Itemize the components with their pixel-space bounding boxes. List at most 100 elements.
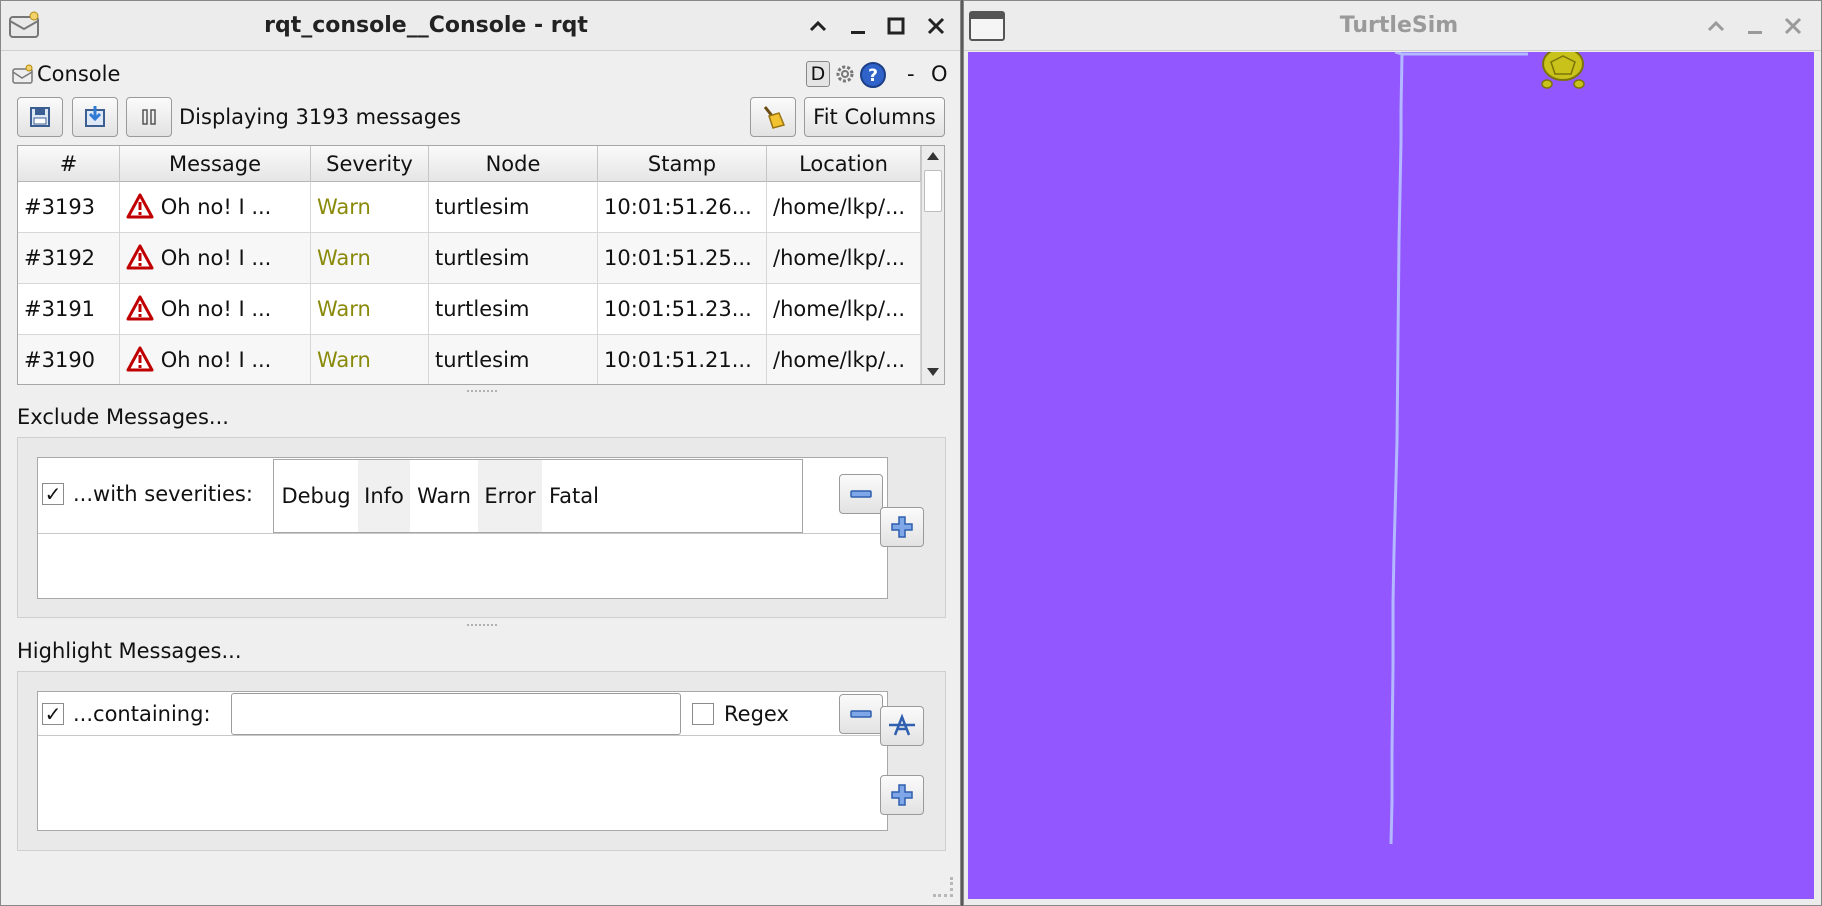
resize-grip[interactable]: [933, 877, 953, 897]
highlight-containing-checkbox[interactable]: ✓: [42, 703, 64, 725]
row-stamp: 10:01:51.21...: [598, 335, 767, 384]
row-stamp: 10:01:51.26...: [598, 182, 767, 233]
row-severity: Warn: [311, 335, 429, 384]
severity-list[interactable]: Debug Info Warn Error Fatal: [273, 459, 803, 533]
table-row[interactable]: #3191 Oh no! I ... Warn turtlesim 10:01:…: [18, 284, 921, 335]
plugin-float-button[interactable]: O: [931, 61, 948, 87]
scrollbar-thumb[interactable]: [924, 170, 942, 212]
highlight-filter-row: ✓ ...containing: Regex: [38, 692, 887, 736]
row-location: /home/lkp/...: [767, 335, 921, 384]
row-stamp: 10:01:51.23...: [598, 284, 767, 335]
column-header-location[interactable]: Location: [767, 146, 921, 182]
severity-item-error[interactable]: Error: [478, 460, 542, 532]
turtlesim-window: TurtleSim: [963, 0, 1822, 906]
row-number: #3190: [18, 335, 120, 384]
svg-text:?: ?: [868, 66, 878, 86]
highlight-text-input[interactable]: [231, 693, 681, 735]
add-exclude-filter-button[interactable]: [880, 507, 924, 547]
console-titlebar[interactable]: rqt_console__Console - rqt: [1, 1, 960, 51]
plugin-minimize-button[interactable]: -: [907, 61, 915, 87]
remove-highlight-filter-button[interactable]: [839, 694, 883, 734]
warning-icon: [126, 193, 154, 219]
row-message: Oh no! I ...: [120, 284, 311, 335]
exclude-section-title: Exclude Messages...: [17, 405, 229, 429]
turtle-path: [1389, 52, 1528, 845]
exclude-filter-list: ✓ ...with severities: Debug Info Warn Er…: [37, 457, 888, 599]
remove-exclude-filter-button[interactable]: [839, 474, 883, 514]
minimize-icon: [1748, 31, 1762, 34]
rqt-console-window: rqt_console__Console - rqt Console D ? -…: [0, 0, 961, 906]
column-header-severity[interactable]: Severity: [311, 146, 429, 182]
scroll-up-arrow[interactable]: [927, 152, 939, 160]
save-icon: [85, 106, 105, 127]
regex-checkbox[interactable]: [692, 703, 714, 725]
table-row[interactable]: #3190 Oh no! I ... Warn turtlesim 10:01:…: [18, 335, 921, 384]
highlight-group: ✓ ...containing: Regex: [17, 671, 946, 851]
column-header-message[interactable]: Message: [120, 146, 311, 182]
row-number: #3191: [18, 284, 120, 335]
row-node: turtlesim: [429, 182, 598, 233]
row-stamp: 10:01:51.25...: [598, 233, 767, 284]
table-scrollbar[interactable]: [921, 146, 944, 384]
add-highlight-filter-button[interactable]: [880, 775, 924, 815]
window-menu-up-button[interactable]: [801, 9, 835, 43]
severity-item-info[interactable]: Info: [358, 460, 410, 532]
warning-icon: [126, 244, 154, 270]
highlight-filter-list: ✓ ...containing: Regex: [37, 691, 888, 831]
pause-button[interactable]: [126, 97, 172, 137]
window-menu-up-button[interactable]: [1699, 9, 1733, 43]
warning-icon: [126, 295, 154, 321]
maximize-button[interactable]: [879, 9, 913, 43]
load-button[interactable]: [17, 97, 63, 137]
minimize-button[interactable]: [841, 9, 875, 43]
turtlesim-canvas[interactable]: [968, 52, 1814, 899]
row-severity: Warn: [311, 233, 429, 284]
splitter-handle[interactable]: [467, 390, 497, 394]
minimize-icon: [851, 31, 865, 34]
table-row[interactable]: #3192 Oh no! I ... Warn turtlesim 10:01:…: [18, 233, 921, 284]
save-button[interactable]: [72, 97, 118, 137]
message-count-status: Displaying 3193 messages: [179, 105, 461, 129]
severity-item-warn[interactable]: Warn: [410, 460, 478, 532]
plugin-title: Console: [37, 62, 121, 86]
turtlesim-titlebar[interactable]: TurtleSim: [964, 1, 1821, 51]
warning-icon: [126, 346, 154, 372]
exclude-severity-checkbox[interactable]: ✓: [42, 483, 64, 505]
load-icon: [30, 107, 50, 127]
console-plugin-icon: [11, 63, 35, 85]
column-header-node[interactable]: Node: [429, 146, 598, 182]
turtlesim-window-title: TurtleSim: [1339, 13, 1459, 38]
severity-item-fatal[interactable]: Fatal: [542, 460, 606, 532]
row-severity: Warn: [311, 284, 429, 335]
turtlesim-window-icon: [969, 11, 1005, 41]
fit-columns-button[interactable]: Fit Columns: [804, 97, 945, 137]
scroll-down-arrow[interactable]: [927, 368, 939, 376]
help-icon[interactable]: ?: [859, 61, 887, 89]
exclude-filter-label: ...with severities:: [73, 482, 253, 506]
row-message-text: Oh no! I ...: [160, 195, 272, 219]
console-window-title: rqt_console__Console - rqt: [264, 13, 588, 38]
column-header-number[interactable]: #: [18, 146, 120, 182]
clear-highlight-button[interactable]: [880, 706, 924, 746]
severity-item-debug[interactable]: Debug: [274, 460, 358, 532]
gear-icon[interactable]: [834, 63, 856, 85]
close-icon: [1784, 17, 1802, 35]
clear-button[interactable]: [750, 97, 796, 137]
table-row[interactable]: #3193 Oh no! I ... Warn turtlesim 10:01:…: [18, 182, 921, 233]
close-icon: [927, 17, 945, 35]
row-message: Oh no! I ...: [120, 182, 311, 233]
minimize-button[interactable]: [1738, 9, 1772, 43]
app-icon: [7, 9, 41, 41]
debug-toggle-button[interactable]: D: [806, 61, 830, 87]
row-number: #3193: [18, 182, 120, 233]
close-button[interactable]: [919, 9, 953, 43]
highlight-filter-label: ...containing:: [73, 702, 211, 726]
close-button[interactable]: [1776, 9, 1810, 43]
minus-icon: [850, 490, 872, 498]
row-location: /home/lkp/...: [767, 284, 921, 335]
splitter-handle[interactable]: [467, 624, 497, 628]
messages-table[interactable]: # Message Severity Node Stamp Location #…: [17, 145, 945, 385]
table-header: # Message Severity Node Stamp Location: [18, 146, 921, 182]
column-header-stamp[interactable]: Stamp: [598, 146, 767, 182]
row-message-text: Oh no! I ...: [160, 348, 272, 372]
